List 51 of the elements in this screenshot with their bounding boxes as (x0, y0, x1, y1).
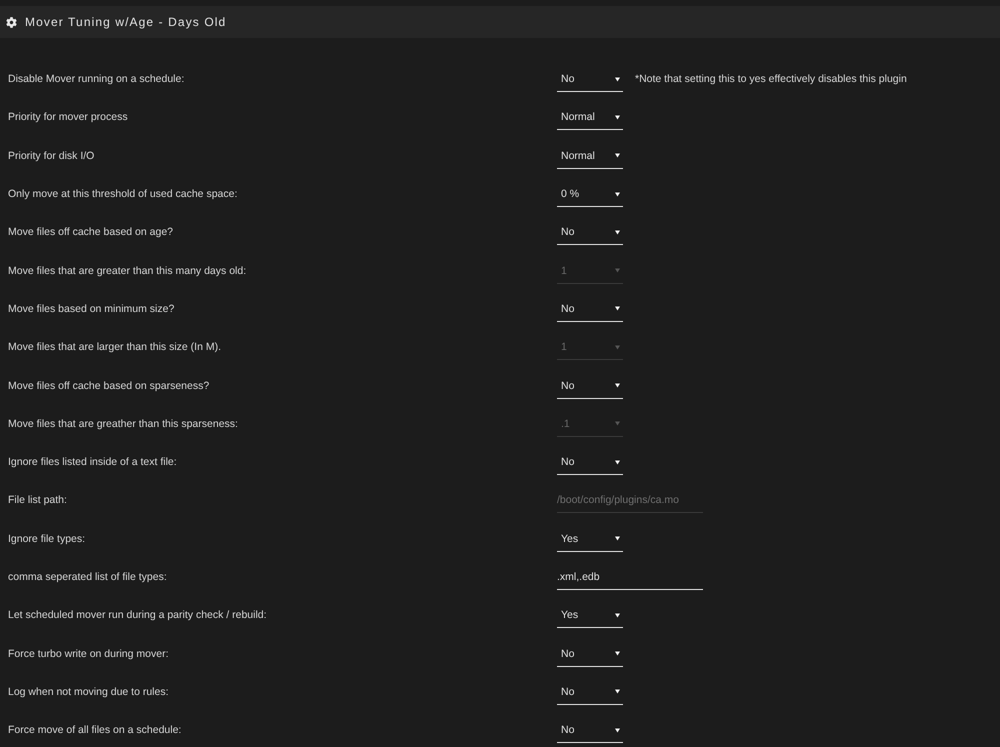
dropdown[interactable]: Normal (557, 142, 623, 169)
dropdown[interactable]: No (557, 372, 623, 399)
caret-icon (615, 76, 620, 82)
dropdown[interactable]: No (557, 66, 623, 92)
setting-label: Priority for disk I/O (8, 150, 96, 162)
caret-icon (615, 268, 620, 274)
setting-label: Move files based on minimum size? (8, 302, 176, 315)
caret-icon (615, 114, 620, 120)
caret-icon (615, 651, 620, 656)
setting-label: Move files off cache based on age? (8, 226, 174, 238)
panel-title: Mover Tuning w/Age - Days Old (25, 15, 226, 29)
caret-icon (615, 344, 620, 350)
dropdown[interactable]: No (557, 640, 623, 667)
caret-icon (615, 383, 620, 388)
setting-label: Force move of all files on a schedule: (8, 724, 182, 736)
dropdown[interactable]: No (557, 296, 623, 322)
caret-icon (615, 536, 620, 542)
setting-label: Move files that are greater than this many days old: (8, 264, 248, 277)
setting-label: Move files that are greather than this sparseness: (8, 418, 239, 430)
caret-icon (615, 612, 620, 618)
setting-note: *Note that setting this to yes effectively disables this plugin (635, 73, 907, 86)
setting-label: Ignore file types: (8, 532, 86, 545)
caret-icon (615, 421, 620, 426)
dropdown[interactable]: Yes (557, 602, 623, 628)
setting-label: Ignore files listed inside of a text file: (8, 456, 178, 468)
dropdown[interactable]: 0 % (557, 181, 623, 208)
caret-icon (615, 230, 620, 235)
setting-label: comma seperated list of file types: (8, 571, 168, 583)
dropdown[interactable]: Yes (557, 526, 623, 552)
caret-icon (615, 689, 620, 694)
dropdown[interactable]: No (557, 717, 623, 744)
setting-label: Priority for mover process (8, 111, 129, 124)
caret-icon (615, 192, 620, 197)
caret-icon (615, 460, 620, 465)
dropdown[interactable]: No (557, 219, 623, 246)
caret-icon (615, 153, 620, 158)
setting-label: Move files off cache based on sparseness? (8, 380, 210, 392)
setting-label: Log when not moving due to rules: (8, 686, 170, 698)
setting-label: Only move at this threshold of used cache space: (8, 188, 238, 200)
settings-icon (6, 16, 17, 28)
text-field[interactable]: .xml,.edb (557, 564, 703, 590)
setting-label: Disable Mover running on a schedule: (8, 73, 186, 86)
setting-label: Force turbo write on during mover: (8, 648, 170, 660)
setting-label: Let scheduled mover run during a parity check / rebuild: (8, 609, 268, 622)
setting-label: Move files that are larger than this size (In M). (8, 341, 222, 354)
caret-icon (615, 728, 620, 733)
setting-label: File list path: (8, 494, 68, 506)
dropdown[interactable]: Normal (557, 104, 623, 130)
caret-icon (615, 306, 620, 312)
dropdown[interactable]: No (557, 449, 623, 476)
dropdown[interactable]: No (557, 678, 623, 705)
